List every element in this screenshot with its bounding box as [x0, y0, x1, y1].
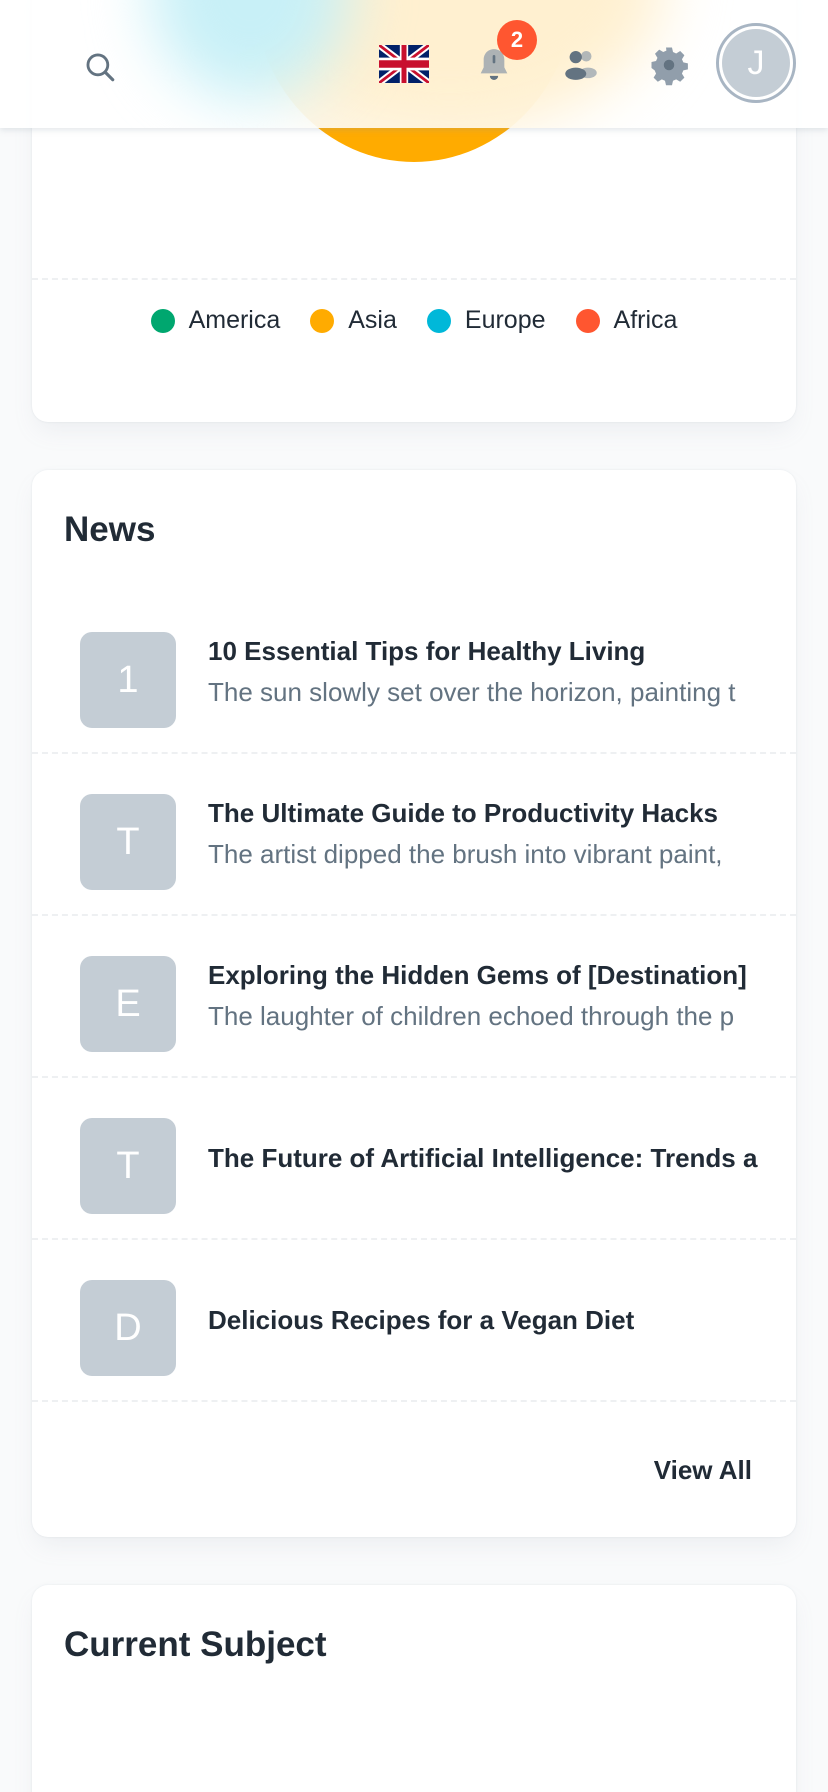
- divider: [32, 278, 796, 280]
- legend-dot: [575, 308, 600, 333]
- contacts-icon: [565, 51, 597, 80]
- legend-label: Europe: [464, 306, 546, 334]
- uk-flag-icon: [379, 45, 429, 83]
- legend-dot: [426, 308, 451, 333]
- news-item[interactable]: E Exploring the Hidden Gems of [Destinat…: [32, 916, 796, 1078]
- news-item[interactable]: T The Ultimate Guide to Productivity Hac…: [32, 754, 796, 916]
- news-title[interactable]: 10 Essential Tips for Healthy Living: [208, 636, 796, 667]
- news-description: The sun slowly set over the horizon, pai…: [208, 677, 736, 707]
- news-thumbnail: 1: [80, 632, 176, 728]
- avatar: J: [722, 29, 790, 97]
- news-item[interactable]: T The Future of Artificial Intelligence:…: [32, 1078, 796, 1240]
- search-icon: [86, 53, 115, 82]
- news-thumbnail: T: [80, 794, 176, 890]
- legend-label: Africa: [613, 306, 678, 334]
- news-description: The artist dipped the brush into vibrant…: [208, 839, 723, 869]
- legend-label: Asia: [348, 306, 397, 334]
- chart-legend: America Asia Europe Africa: [32, 306, 796, 335]
- contacts-button[interactable]: [555, 40, 607, 90]
- news-thumbnail: T: [80, 1118, 176, 1214]
- account-button[interactable]: J: [716, 23, 796, 103]
- news-text: The Ultimate Guide to Productivity Hacks…: [208, 754, 796, 914]
- news-card: News 1 10 Essential Tips for Healthy Liv…: [32, 470, 796, 1537]
- language-button[interactable]: [378, 42, 430, 86]
- news-item[interactable]: 1 10 Essential Tips for Healthy Living T…: [32, 592, 796, 754]
- legend-item: America: [150, 306, 281, 335]
- card-title: News: [64, 510, 156, 549]
- news-title[interactable]: The Future of Artificial Intelligence: T…: [208, 1143, 796, 1174]
- news-text: Delicious Recipes for a Vegan Diet: [208, 1240, 796, 1400]
- news-title[interactable]: The Ultimate Guide to Productivity Hacks: [208, 798, 796, 829]
- search-button[interactable]: [75, 42, 125, 92]
- news-thumbnail: E: [80, 956, 176, 1052]
- legend-item: Asia: [310, 306, 397, 335]
- news-text: Exploring the Hidden Gems of [Destinatio…: [208, 916, 796, 1076]
- card-title: Current Subject: [64, 1625, 327, 1664]
- news-title[interactable]: Exploring the Hidden Gems of [Destinatio…: [208, 960, 796, 991]
- legend-item: Africa: [575, 306, 678, 335]
- news-list: 1 10 Essential Tips for Healthy Living T…: [32, 592, 796, 1402]
- legend-dot: [150, 308, 175, 333]
- legend-label: America: [188, 306, 281, 334]
- news-thumbnail: D: [80, 1280, 176, 1376]
- news-description: The laughter of children echoed through …: [208, 1001, 735, 1031]
- gear-icon: [651, 47, 688, 86]
- view-all-button[interactable]: View All: [654, 1455, 752, 1486]
- news-item[interactable]: D Delicious Recipes for a Vegan Diet: [32, 1240, 796, 1402]
- current-subject-card: Current Subject: [32, 1585, 796, 1792]
- news-title[interactable]: Delicious Recipes for a Vegan Diet: [208, 1305, 796, 1336]
- news-text: 10 Essential Tips for Healthy Living The…: [208, 592, 796, 752]
- legend-dot: [310, 308, 335, 333]
- news-text: The Future of Artificial Intelligence: T…: [208, 1078, 796, 1238]
- notification-badge: 2: [497, 20, 537, 60]
- legend-item: Europe: [426, 306, 546, 335]
- top-app-bar: 2 J: [0, 0, 828, 128]
- settings-button[interactable]: [643, 40, 695, 90]
